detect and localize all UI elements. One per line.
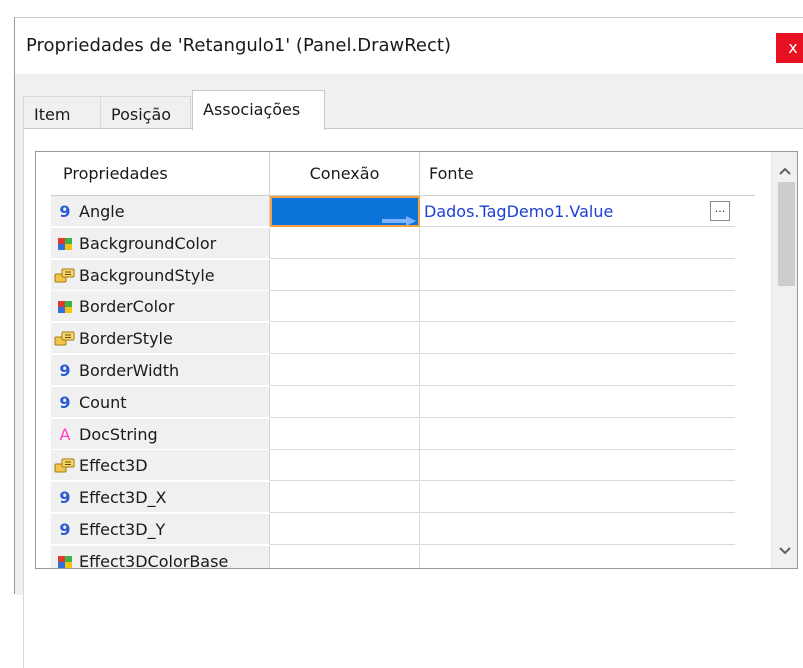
- source-cell[interactable]: [420, 323, 735, 355]
- number-icon: 9: [59, 361, 71, 380]
- source-cell[interactable]: [420, 227, 735, 259]
- property-label: Effect3DColorBase: [79, 551, 229, 569]
- property-name-cell[interactable]: BackgroundColor: [51, 227, 270, 259]
- property-row[interactable]: BackgroundColor: [51, 227, 755, 259]
- connection-cell[interactable]: [270, 482, 420, 514]
- source-value[interactable]: Dados.TagDemo1.Value: [424, 196, 613, 227]
- text-icon: A: [59, 424, 71, 444]
- property-name-cell[interactable]: Effect3DColorBase: [51, 545, 270, 569]
- property-label: Effect3D_Y: [79, 520, 166, 539]
- property-row[interactable]: A DocString: [51, 418, 755, 450]
- connection-cell[interactable]: [270, 323, 420, 355]
- source-cell[interactable]: [420, 418, 735, 450]
- connection-cell[interactable]: [270, 355, 420, 386]
- property-row[interactable]: 9 Effect3D_Y: [51, 514, 755, 545]
- window-title: Propriedades de 'Retangulo1' (Panel.Draw…: [26, 35, 451, 56]
- property-row[interactable]: BorderColor: [51, 291, 755, 323]
- connection-cell[interactable]: [270, 418, 420, 450]
- property-label: BorderColor: [79, 297, 175, 317]
- number-icon: 9: [59, 488, 71, 508]
- enum-icon: [54, 329, 76, 349]
- property-name-cell[interactable]: A DocString: [51, 418, 270, 450]
- property-row[interactable]: 9 Angle Dados.TagDemo1.Value...: [51, 196, 755, 227]
- property-grid: Propriedades Conexão Fonte 9 Angle Dados.T…: [35, 151, 798, 569]
- property-row[interactable]: BackgroundStyle: [51, 259, 755, 291]
- number-icon: 9: [59, 202, 71, 221]
- property-label: BorderWidth: [79, 361, 180, 380]
- enum-icon: [54, 266, 76, 286]
- color-icon: [54, 234, 76, 254]
- tab-posicao[interactable]: Posição: [101, 96, 191, 128]
- connection-cell[interactable]: [270, 514, 420, 545]
- source-cell[interactable]: [420, 386, 735, 418]
- property-label: Effect3D_X: [79, 488, 167, 508]
- property-name-cell[interactable]: 9 Effect3D_X: [51, 482, 270, 514]
- property-label: Effect3D: [79, 456, 148, 476]
- source-cell[interactable]: [420, 291, 735, 323]
- source-cell[interactable]: [420, 259, 735, 291]
- number-icon: 9: [59, 520, 71, 539]
- tab-associacoes[interactable]: Associações: [192, 90, 325, 130]
- property-name-cell[interactable]: 9 BorderWidth: [51, 355, 270, 386]
- property-name-cell[interactable]: 9 Effect3D_Y: [51, 514, 270, 545]
- property-label: DocString: [79, 424, 158, 444]
- property-row[interactable]: 9 BorderWidth: [51, 355, 755, 386]
- property-label: BorderStyle: [79, 329, 173, 349]
- source-cell[interactable]: [420, 450, 735, 482]
- property-row[interactable]: Effect3DColorBase: [51, 545, 755, 569]
- close-button[interactable]: x: [776, 33, 803, 63]
- number-icon: 9: [59, 392, 71, 412]
- property-name-cell[interactable]: BorderColor: [51, 291, 270, 323]
- vertical-scrollbar[interactable]: [771, 152, 797, 568]
- source-cell[interactable]: [420, 545, 735, 568]
- connection-cell[interactable]: [270, 227, 420, 259]
- scroll-down-icon[interactable]: [772, 538, 797, 566]
- browse-source-button[interactable]: ...: [710, 201, 730, 221]
- color-icon: [54, 552, 76, 568]
- property-name-cell[interactable]: 9 Angle: [51, 196, 270, 227]
- property-label: Angle: [79, 202, 125, 221]
- connection-cell[interactable]: [270, 450, 420, 482]
- property-row[interactable]: Effect3D: [51, 450, 755, 482]
- source-cell[interactable]: [420, 514, 735, 545]
- property-name-cell[interactable]: Effect3D: [51, 450, 270, 482]
- column-header-propriedades[interactable]: Propriedades: [51, 152, 270, 195]
- column-header-fonte[interactable]: Fonte: [420, 152, 735, 195]
- property-label: BackgroundStyle: [79, 265, 215, 285]
- property-name-cell[interactable]: BorderStyle: [51, 323, 270, 355]
- property-name-cell[interactable]: BackgroundStyle: [51, 259, 270, 291]
- property-label: Count: [79, 392, 127, 412]
- column-header-conexao[interactable]: Conexão: [270, 152, 420, 195]
- connection-cell[interactable]: [270, 291, 420, 323]
- color-icon: [54, 297, 76, 317]
- property-name-cell[interactable]: 9 Count: [51, 386, 270, 418]
- source-cell[interactable]: Dados.TagDemo1.Value...: [420, 196, 735, 227]
- connection-cell[interactable]: [270, 386, 420, 418]
- source-cell[interactable]: [420, 482, 735, 514]
- source-cell[interactable]: [420, 355, 735, 386]
- connection-cell[interactable]: [270, 545, 420, 568]
- grid-header: Propriedades Conexão Fonte: [51, 152, 755, 196]
- scrollbar-thumb[interactable]: [778, 182, 795, 286]
- property-row[interactable]: 9 Count: [51, 386, 755, 418]
- connection-cell[interactable]: [270, 196, 420, 227]
- property-row[interactable]: BorderStyle: [51, 323, 755, 355]
- close-icon: x: [788, 38, 798, 57]
- tab-item[interactable]: Item: [23, 96, 101, 128]
- property-row[interactable]: 9 Effect3D_X: [51, 482, 755, 514]
- title-bar: Propriedades de 'Retangulo1' (Panel.Draw…: [15, 18, 803, 74]
- connection-cell[interactable]: [270, 259, 420, 291]
- property-label: BackgroundColor: [79, 233, 217, 253]
- enum-icon: [54, 456, 76, 476]
